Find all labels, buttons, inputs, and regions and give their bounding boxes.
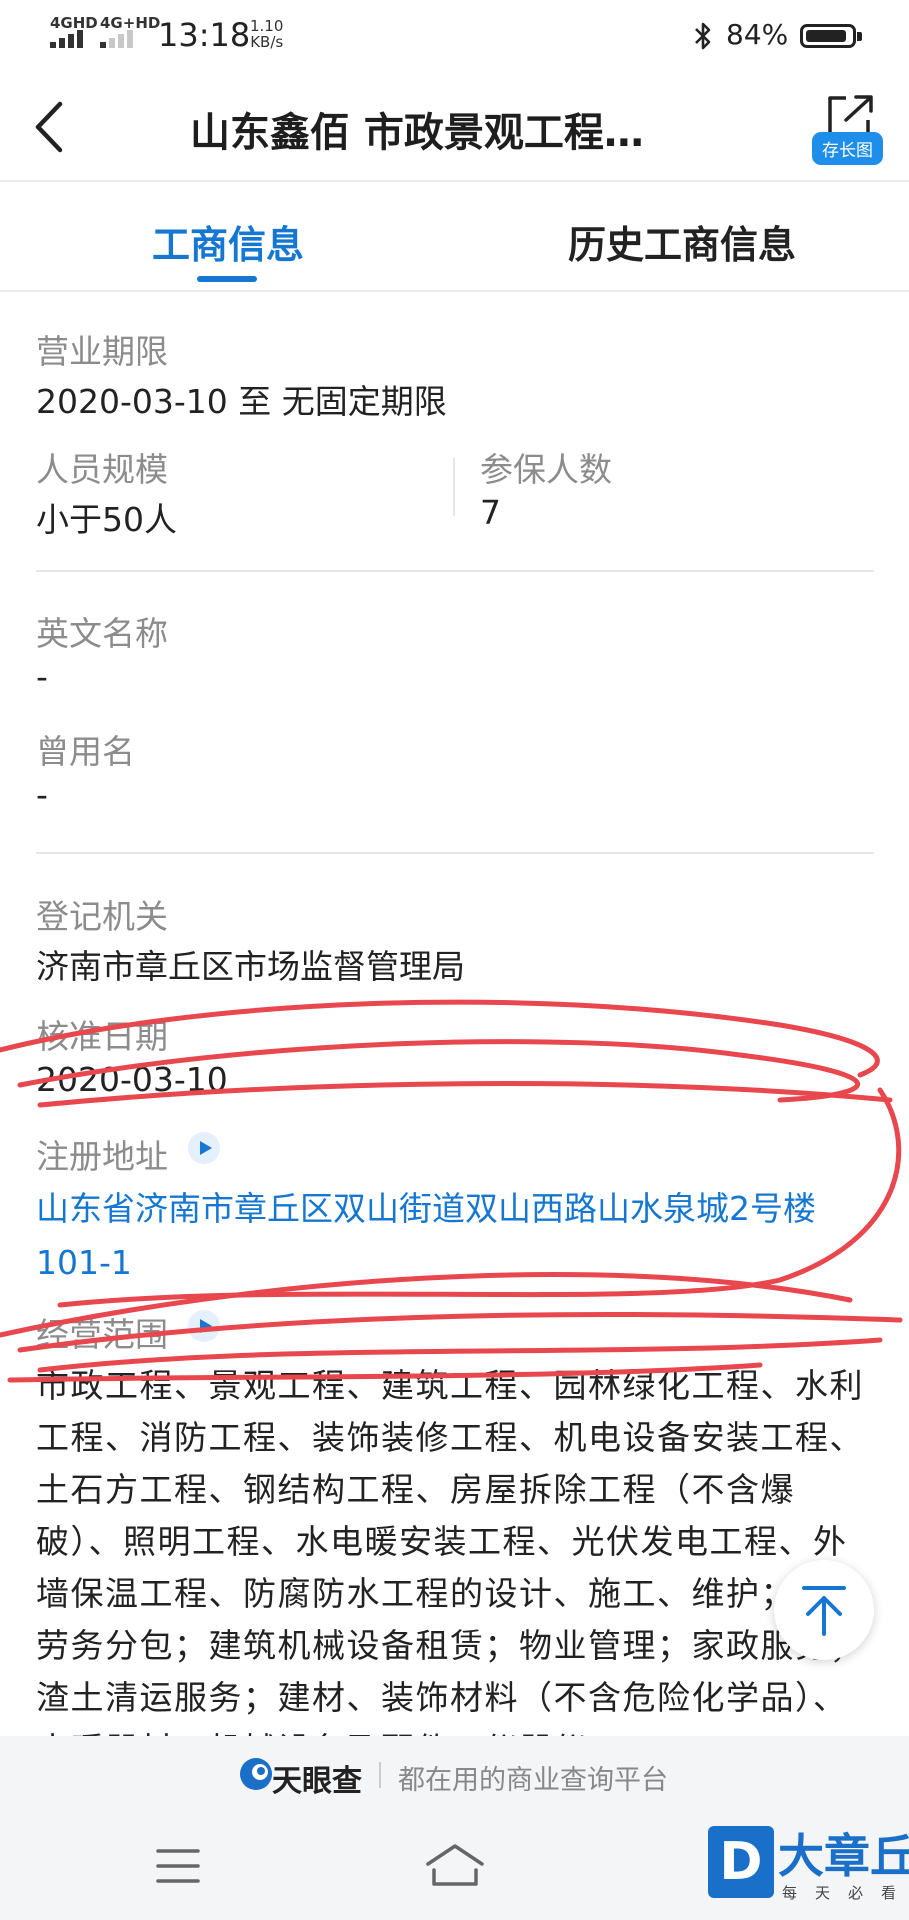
section-divider bbox=[36, 570, 874, 572]
home-icon[interactable] bbox=[424, 1842, 486, 1888]
battery-icon bbox=[800, 24, 862, 48]
header-divider bbox=[0, 180, 909, 182]
insured-count-value: 7 bbox=[480, 493, 501, 532]
tabs-divider bbox=[0, 290, 909, 292]
former-name-label: 曾用名 bbox=[36, 732, 135, 771]
arrow-up-icon bbox=[802, 1586, 846, 1636]
watermark-name: 大章丘 bbox=[778, 1829, 909, 1883]
english-name-value: - bbox=[36, 657, 48, 696]
status-bar: 4GHD 4G+HD 13:18 1.10 KB/s 84% bbox=[0, 0, 909, 72]
page-title: 山东鑫佰 市政景观工程… bbox=[190, 110, 644, 156]
active-tab-indicator bbox=[197, 276, 257, 282]
menu-icon[interactable] bbox=[156, 1846, 200, 1886]
section-divider bbox=[36, 852, 874, 854]
business-term-label: 营业期限 bbox=[36, 332, 168, 371]
save-long-image-button[interactable]: 存长图 bbox=[812, 90, 902, 165]
staff-size-value: 小于50人 bbox=[36, 500, 177, 539]
former-name-value: - bbox=[36, 775, 48, 814]
brand-separator bbox=[379, 1762, 381, 1788]
brand-name: 天眼查 bbox=[272, 1764, 362, 1799]
scroll-to-top-button[interactable] bbox=[774, 1560, 874, 1660]
clock: 13:18 bbox=[158, 16, 251, 54]
business-term-value: 2020-03-10 至 无固定期限 bbox=[36, 382, 447, 421]
red-scribble-marks bbox=[0, 999, 903, 1383]
brand-bar: 天眼查 都在用的商业查询平台 bbox=[0, 1736, 909, 1816]
signal-icon-2 bbox=[100, 30, 133, 48]
bluetooth-icon bbox=[695, 22, 711, 50]
battery-percentage: 84% bbox=[726, 18, 789, 51]
business-scope-value: 市政工程、景观工程、建筑工程、园林绿化工程、水利工程、消防工程、装饰装修工程、机… bbox=[36, 1366, 864, 1736]
watermark-logo-icon: D bbox=[708, 1826, 774, 1898]
system-nav-bar: D 大章丘 每天必看 bbox=[0, 1816, 909, 1920]
signal-icon-1 bbox=[50, 30, 83, 48]
network-speed: 1.10 KB/s bbox=[250, 17, 284, 51]
tianyancha-logo-icon bbox=[240, 1758, 272, 1790]
brand-slogan: 都在用的商业查询平台 bbox=[398, 1765, 668, 1796]
tab-business-info[interactable]: 工商信息 bbox=[152, 214, 304, 269]
registration-authority-label: 登记机关 bbox=[36, 897, 168, 936]
watermark-subtitle: 每天必看 bbox=[782, 1884, 909, 1902]
column-divider bbox=[453, 458, 455, 516]
english-name-label: 英文名称 bbox=[36, 614, 168, 653]
insured-count-label: 参保人数 bbox=[480, 450, 612, 489]
save-long-image-label: 存长图 bbox=[812, 132, 883, 165]
back-arrow-icon[interactable] bbox=[30, 100, 70, 154]
staff-size-label: 人员规模 bbox=[36, 450, 168, 489]
tab-history-business-info[interactable]: 历史工商信息 bbox=[568, 214, 796, 269]
